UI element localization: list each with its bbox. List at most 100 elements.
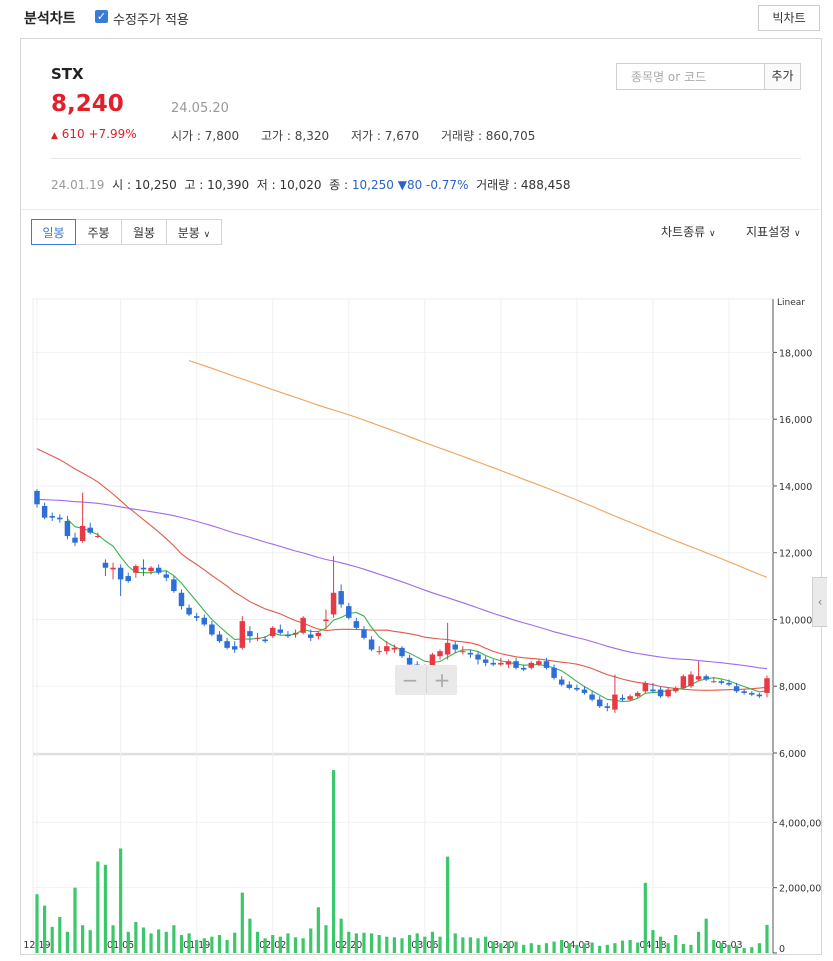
volume-bar [643, 882, 647, 953]
volume-bar [248, 918, 252, 953]
volume-bar [750, 947, 754, 953]
candle-body [688, 674, 694, 687]
volume-tick-label: 4,000,000 [779, 818, 821, 829]
candle-body [551, 667, 557, 678]
stock-chart[interactable]: Linear 18,000 16,000 14,000 12,000 10,000 8,00… [21, 259, 827, 955]
candle-body [673, 687, 679, 692]
candle-body [216, 634, 223, 642]
indicator-settings-menu[interactable]: 지표설정 ∨ [746, 223, 801, 240]
volume-bar [765, 924, 769, 953]
candle-body [346, 606, 352, 618]
candle-body [437, 651, 443, 657]
volume-bar [430, 931, 435, 953]
volume-bar [666, 943, 670, 953]
volume-bar [613, 943, 617, 953]
candle-body [315, 632, 322, 637]
volume-bar [293, 937, 298, 953]
candle-body [201, 617, 208, 625]
candle-body [741, 691, 747, 693]
candle-body [467, 652, 474, 655]
low-stat: 저가 : 7,670 [351, 129, 420, 143]
candle-body [285, 634, 291, 637]
volume-bar [400, 938, 404, 953]
candle-body [34, 490, 40, 505]
candle-body [353, 621, 360, 628]
volume-bar [522, 944, 526, 953]
tab-monthly[interactable]: 월봉 [122, 219, 167, 245]
candle-body [749, 692, 755, 695]
side-panel-toggle[interactable]: ‹ [812, 577, 827, 627]
price-tick-label: 8,000 [779, 682, 806, 693]
volume-bar [309, 928, 313, 953]
volume-bar [468, 937, 473, 953]
candle-body [292, 632, 299, 635]
stock-name: STX [51, 65, 84, 83]
price-tick-label: 14,000 [779, 482, 812, 493]
candle-body [634, 692, 641, 697]
volume-bar [499, 943, 503, 953]
scale-label: Linear [777, 298, 805, 308]
zoom-out-button[interactable]: − [395, 667, 425, 693]
tab-daily[interactable]: 일봉 [31, 219, 76, 245]
volume-bar [438, 936, 442, 953]
volume-stat: 거래량 : 860,705 [441, 129, 536, 143]
volume-bar [255, 931, 260, 953]
candle-body [300, 617, 306, 633]
volume-bar [111, 925, 115, 953]
volume-bar [119, 848, 123, 953]
volume-bar [301, 938, 305, 953]
volume-bar [195, 939, 199, 953]
volume-bar [674, 935, 678, 953]
volume-bar [369, 933, 374, 953]
volume-bar [263, 938, 267, 953]
adjusted-price-checkbox[interactable]: ✓ [95, 10, 108, 23]
price-tick-label: 12,000 [779, 549, 812, 560]
candle-body [764, 678, 770, 693]
volume-bar [696, 931, 701, 953]
tab-weekly[interactable]: 주봉 [76, 219, 122, 245]
candle-body [209, 624, 215, 635]
volume-bar [324, 925, 328, 953]
tab-minute[interactable]: 분봉 ∨ [167, 219, 222, 245]
price-tick-label: 6,000 [779, 749, 806, 760]
candle-body [148, 567, 154, 572]
volume-bar [689, 944, 693, 953]
volume-bar [377, 935, 381, 953]
candle-body [49, 515, 55, 518]
volume-bar [126, 931, 130, 953]
current-price: 8,240 [51, 91, 124, 117]
candle-body [482, 659, 489, 663]
chart-type-menu[interactable]: 차트종류 ∨ [661, 223, 716, 240]
candle-body [627, 696, 633, 700]
candle-body [133, 566, 139, 573]
stock-info: STX 8,240 24.05.20 ▲ 610 +7.99% 시가 : 7,8… [21, 39, 821, 209]
zoom-in-button[interactable]: + [426, 667, 457, 693]
volume-bar [347, 931, 351, 953]
candle-body [323, 619, 329, 622]
adjusted-price-label[interactable]: 수정주가 적용 [113, 9, 189, 28]
candle-body [79, 526, 86, 542]
candle-body [444, 642, 451, 655]
price-tick-label: 10,000 [779, 615, 812, 626]
search-input[interactable]: 종목명 or 코드 [616, 63, 764, 90]
candle-body [87, 527, 93, 533]
big-chart-button[interactable]: 빅차트 [758, 5, 820, 31]
candle-body [277, 629, 284, 633]
down-triangle-icon: ▼ [397, 178, 407, 192]
candle-body [163, 574, 170, 578]
candle-body [513, 661, 519, 668]
volume-bar [172, 925, 176, 953]
candle-body [695, 676, 702, 680]
add-button[interactable]: 추가 [764, 63, 801, 90]
candle-body [391, 647, 398, 650]
candle-body [536, 661, 542, 665]
page-title: 분석차트 [24, 11, 76, 27]
candle-body [178, 592, 185, 607]
candle-body [566, 684, 573, 688]
volume-bar [605, 944, 609, 953]
previous-day-info: 24.01.19 시 : 10,250 고 : 10,390 저 : 10,02… [51, 178, 571, 192]
candle-body [95, 536, 101, 538]
volume-bar [385, 936, 389, 953]
volume-bar [65, 931, 70, 953]
volume-pane [32, 754, 774, 954]
